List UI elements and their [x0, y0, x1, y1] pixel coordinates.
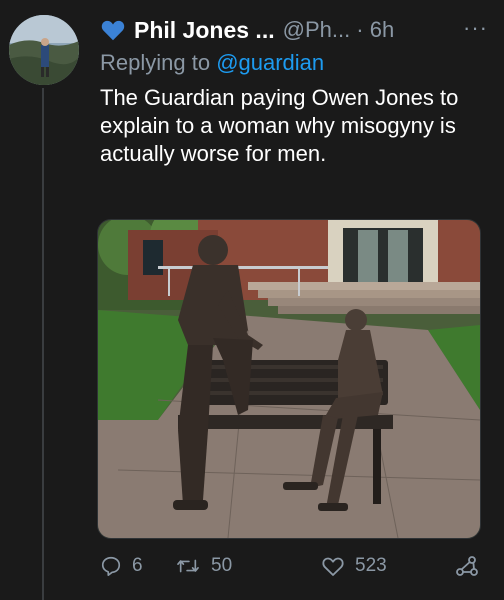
share-button[interactable]	[455, 555, 489, 579]
tweet-header: Phil Jones ... @Ph... · 6h ···	[100, 14, 494, 46]
tweet-text: The Guardian paying Owen Jones to explai…	[100, 85, 459, 166]
author-handle[interactable]: @Ph... · 6h	[283, 17, 395, 43]
author-name[interactable]: Phil Jones ...	[134, 17, 275, 44]
avatar[interactable]	[9, 15, 79, 85]
replying-mention-link[interactable]: @guardian	[216, 50, 324, 75]
reply-icon	[101, 556, 121, 576]
replying-prefix: Replying to	[100, 50, 217, 75]
like-count: 523	[355, 555, 387, 576]
like-button[interactable]: 523	[321, 555, 387, 577]
retweet-button[interactable]: 50	[175, 555, 232, 577]
more-options-icon[interactable]: ···	[463, 16, 488, 40]
tweet-photo[interactable]	[97, 219, 481, 539]
blue-heart-icon	[100, 17, 126, 43]
tweet-actions: 6 50 523	[100, 555, 492, 585]
replying-to: Replying to @guardian	[100, 50, 324, 76]
reply-count: 6	[132, 555, 143, 576]
share-icon	[456, 556, 478, 576]
thread-line	[42, 88, 44, 600]
retweet-icon	[177, 559, 199, 573]
reply-button[interactable]: 6	[100, 555, 143, 577]
retweet-count: 50	[211, 555, 233, 576]
like-icon	[322, 557, 344, 576]
